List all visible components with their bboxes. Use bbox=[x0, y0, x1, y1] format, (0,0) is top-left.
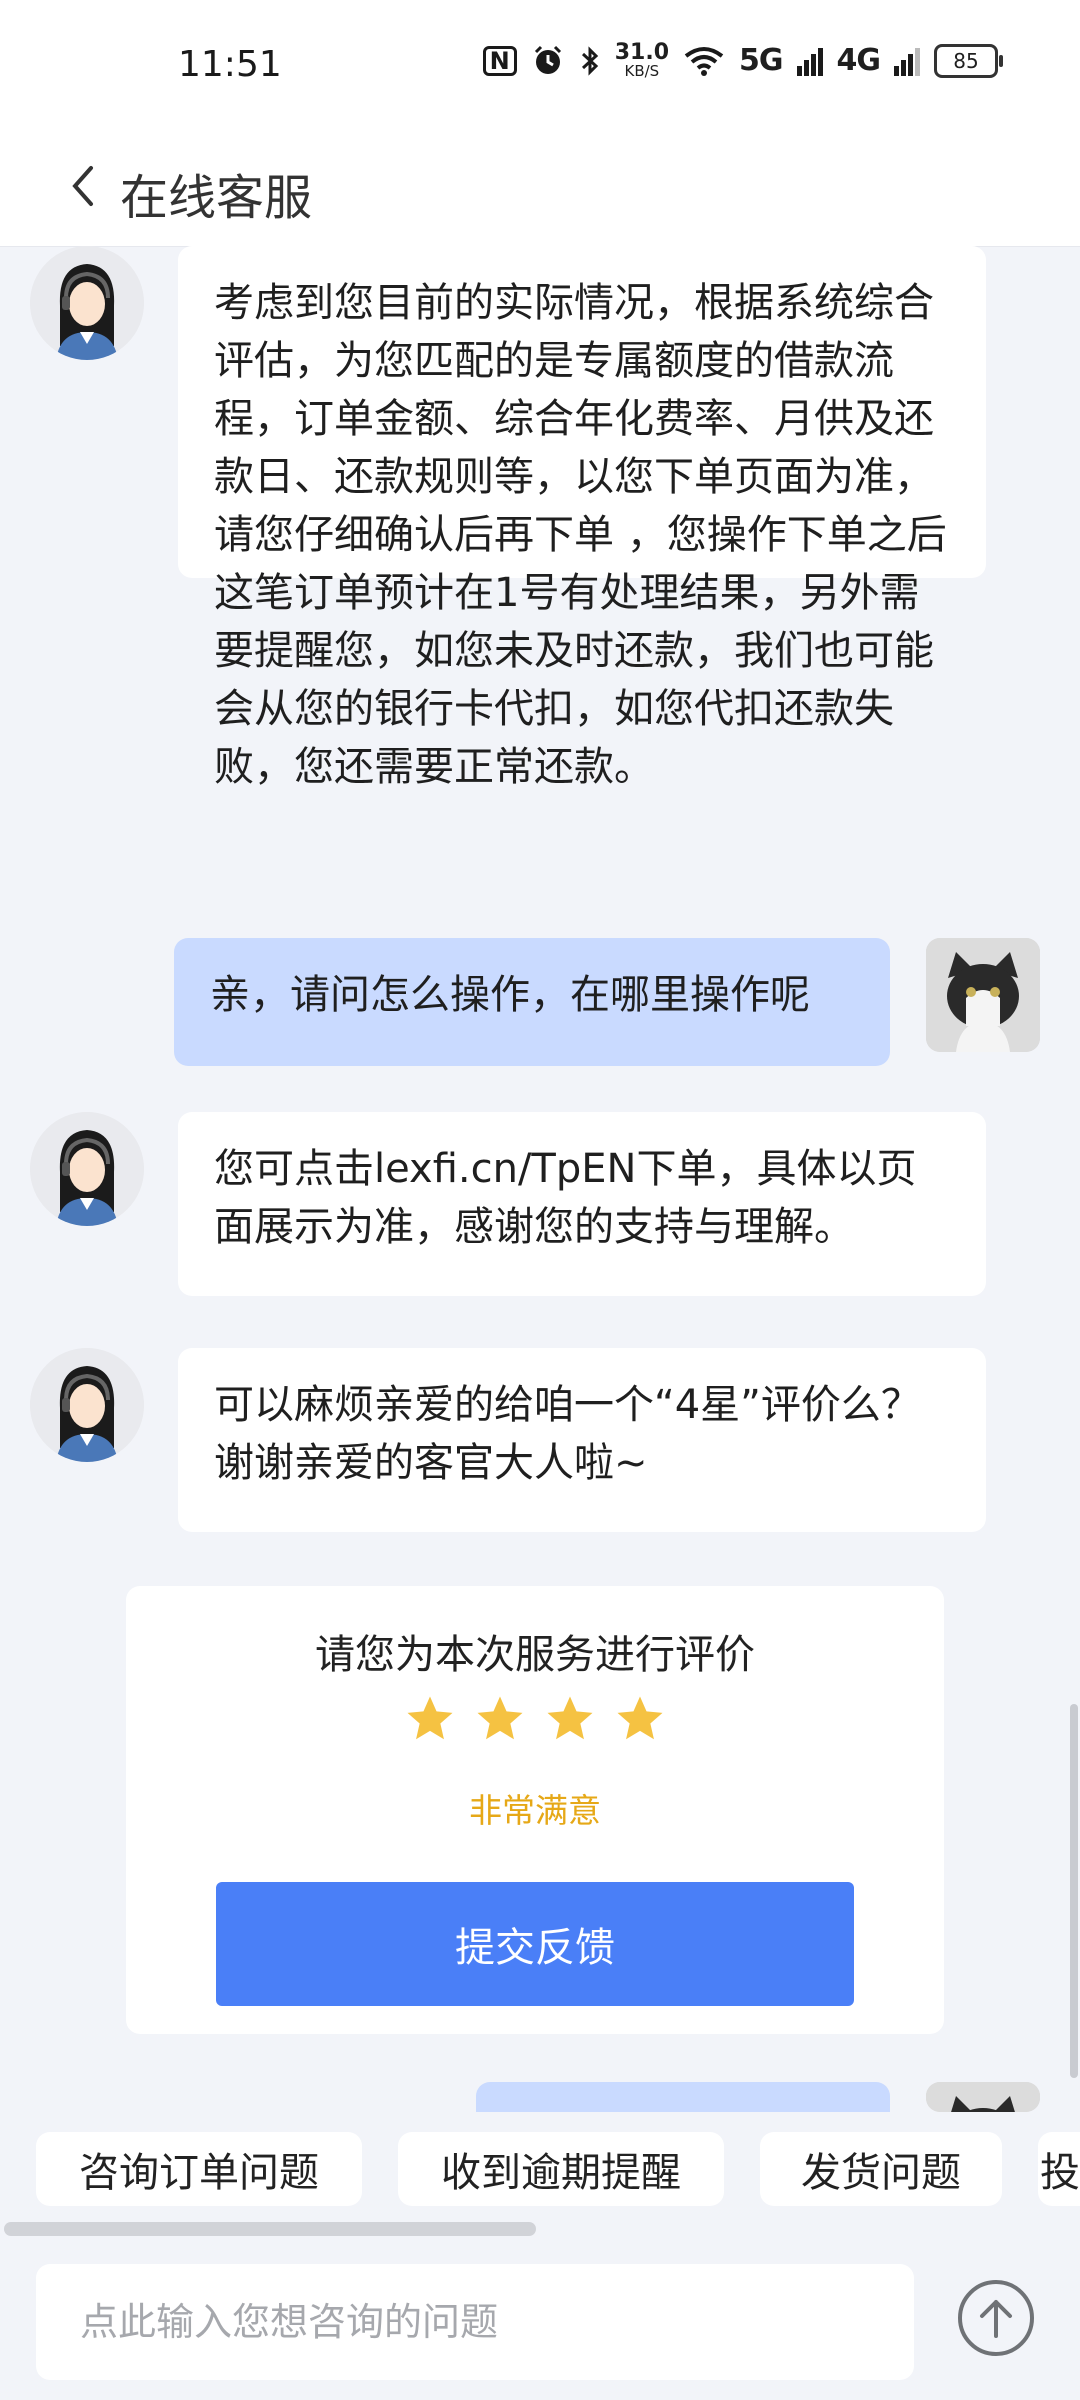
send-button[interactable] bbox=[958, 2280, 1034, 2356]
quick-replies: 咨询订单问题 收到逾期提醒 发货问题 投 bbox=[0, 2112, 1080, 2222]
quick-replies-scrollbar[interactable] bbox=[4, 2222, 536, 2236]
cat-avatar-icon bbox=[926, 938, 1040, 1052]
status-icons: N 31.0 KB/S 5G 4G 85 bbox=[482, 42, 1003, 79]
customer-service-avatar-icon bbox=[30, 1112, 144, 1226]
back-button[interactable] bbox=[52, 156, 112, 216]
wifi-icon bbox=[684, 46, 724, 76]
star-icon[interactable] bbox=[473, 1692, 527, 1746]
star-rating[interactable] bbox=[126, 1692, 944, 1746]
network-speed-value: 31.0 bbox=[614, 40, 669, 65]
status-bar: 11:51 N 31.0 KB/S 5G 4G 85 bbox=[0, 0, 1080, 130]
alarm-icon bbox=[534, 45, 561, 74]
network-speed: 31.0 KB/S bbox=[615, 42, 669, 79]
customer-service-avatar-icon bbox=[30, 1348, 144, 1462]
chat-scrollbar[interactable] bbox=[1070, 1704, 1078, 2078]
message-input[interactable] bbox=[36, 2264, 914, 2380]
bluetooth-icon bbox=[581, 45, 598, 76]
submit-feedback-button[interactable]: 提交反馈 bbox=[216, 1882, 854, 2006]
user-message: 亲，请问怎么操作，在哪里操作呢 bbox=[174, 938, 890, 1066]
signal-bars-icon bbox=[894, 47, 920, 76]
rating-card: 请您为本次服务进行评价 非常满意 提交反馈 bbox=[126, 1586, 944, 2034]
input-bar bbox=[0, 2240, 1080, 2400]
customer-service-avatar-icon bbox=[30, 246, 144, 360]
agent-avatar bbox=[30, 1348, 144, 1462]
star-icon[interactable] bbox=[543, 1692, 597, 1746]
chat-history[interactable]: 考虑到您目前的实际情况，根据系统综合评估，为您匹配的是专属额度的借款流程，订单金… bbox=[0, 246, 1080, 2112]
quick-reply-chip[interactable]: 咨询订单问题 bbox=[36, 2132, 362, 2206]
agent-avatar bbox=[30, 1112, 144, 1226]
user-avatar bbox=[926, 2082, 1040, 2112]
battery-indicator: 85 bbox=[934, 43, 1003, 78]
arrow-up-icon bbox=[980, 2300, 1012, 2338]
network-speed-unit: KB/S bbox=[624, 62, 660, 80]
status-time: 11:51 bbox=[178, 44, 282, 85]
star-icon[interactable] bbox=[403, 1692, 457, 1746]
agent-message: 可以麻烦亲爱的给咱一个“4星”评价么？谢谢亲爱的客官大人啦~ bbox=[178, 1348, 986, 1532]
rating-title: 请您为本次服务进行评价 bbox=[315, 1632, 755, 1678]
user-message-partial bbox=[476, 2082, 890, 2112]
quick-reply-chip[interactable]: 发货问题 bbox=[760, 2132, 1002, 2206]
agent-message: 您可点击lexfi.cn/TpEN下单，具体以页面展示为准，感谢您的支持与理解。 bbox=[178, 1112, 986, 1296]
cat-avatar-icon bbox=[926, 2082, 1040, 2112]
rating-level-label: 非常满意 bbox=[469, 1791, 601, 1830]
page-header: 在线客服 bbox=[0, 130, 1080, 247]
star-icon[interactable] bbox=[613, 1692, 667, 1746]
nfc-icon: N bbox=[482, 45, 517, 76]
signal-4g: 4G bbox=[836, 43, 881, 78]
page-title: 在线客服 bbox=[120, 170, 313, 226]
signal-bars-icon bbox=[796, 47, 823, 76]
chevron-left-icon bbox=[72, 166, 93, 206]
agent-avatar bbox=[30, 246, 144, 360]
agent-message: 考虑到您目前的实际情况，根据系统综合评估，为您匹配的是专属额度的借款流程，订单金… bbox=[178, 246, 986, 790]
quick-reply-chip[interactable]: 投 bbox=[1038, 2132, 1080, 2206]
user-avatar bbox=[926, 938, 1040, 1052]
quick-reply-chip[interactable]: 收到逾期提醒 bbox=[398, 2132, 724, 2206]
signal-5g: 5G bbox=[739, 43, 783, 78]
